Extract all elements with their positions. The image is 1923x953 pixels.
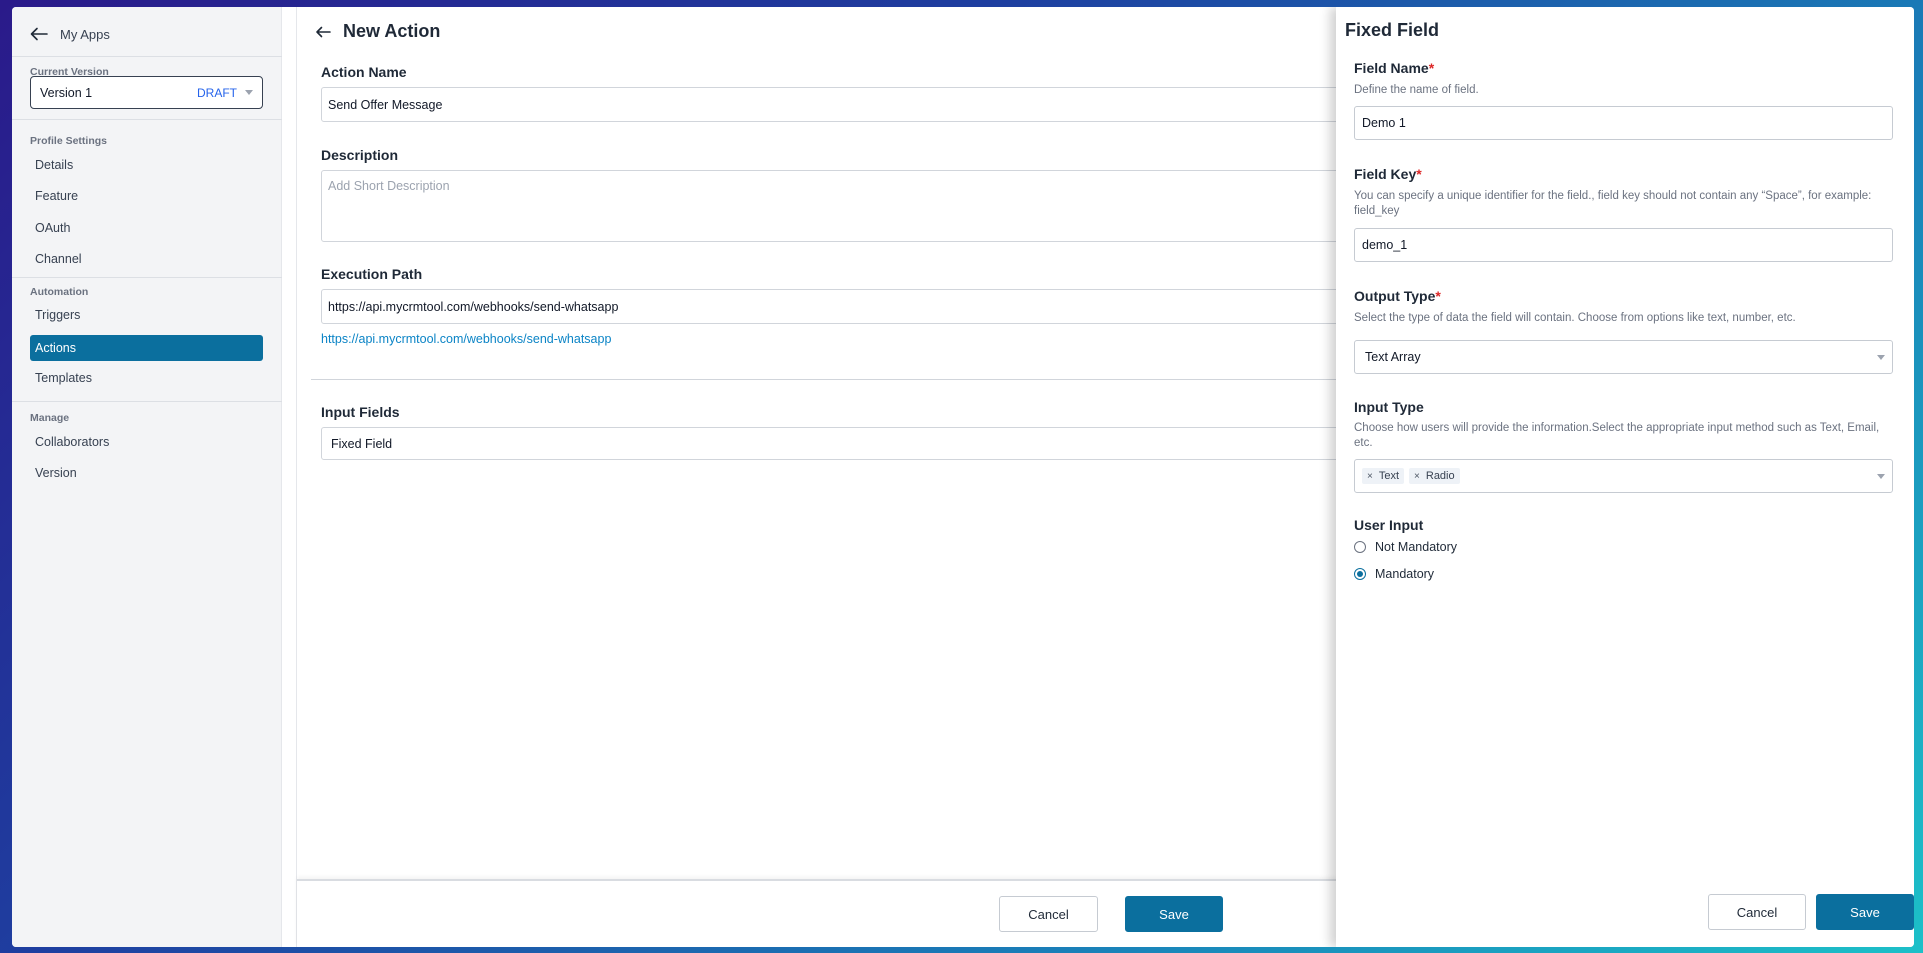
input-type-label: Input Type <box>1354 399 1424 415</box>
close-icon[interactable]: × <box>1414 471 1420 482</box>
radio-button-selected[interactable] <box>1354 568 1366 580</box>
sidebar-item-details[interactable]: Details <box>30 152 263 178</box>
radio-not-mandatory[interactable]: Not Mandatory <box>1354 540 1457 554</box>
arrow-left-icon[interactable] <box>315 26 331 38</box>
sidebar-item-oauth[interactable]: OAuth <box>30 215 263 241</box>
required-mark: * <box>1416 166 1422 182</box>
version-name: Version 1 <box>40 85 93 100</box>
profile-settings-heading: Profile Settings <box>30 135 108 147</box>
automation-heading: Automation <box>30 286 89 298</box>
field-name-help: Define the name of field. <box>1354 84 1479 96</box>
execution-path-label: Execution Path <box>321 266 423 282</box>
radio-label: Mandatory <box>1375 567 1435 581</box>
main-footer: Cancel Save <box>297 879 1397 947</box>
chevron-down-icon <box>245 90 253 95</box>
input-type-chips: × Text × Radio <box>1362 468 1877 485</box>
app-window: My Apps Current Version Version 1 DRAFT … <box>12 7 1914 947</box>
action-name-input[interactable]: Send Offer Message <box>321 87 1381 122</box>
save-button[interactable]: Save <box>1125 896 1223 932</box>
sidebar-item-triggers[interactable]: Triggers <box>30 302 263 328</box>
required-mark: * <box>1428 60 1435 76</box>
divider <box>12 401 282 402</box>
fixed-field-drawer: Fixed Field Field Name* Define the name … <box>1336 7 1914 947</box>
input-type-help: Choose how users will provide the inform… <box>1354 422 1880 449</box>
output-type-help: Select the type of data the field will c… <box>1354 312 1796 324</box>
divider <box>12 119 282 120</box>
page-title: New Action <box>343 21 441 41</box>
sidebar-item-collaborators[interactable]: Collaborators <box>30 429 263 455</box>
sidebar-item-channel[interactable]: Channel <box>30 246 263 272</box>
output-type-label: Output Type* <box>1354 288 1441 304</box>
radio-button[interactable] <box>1354 541 1366 553</box>
close-icon[interactable]: × <box>1367 471 1373 482</box>
radio-label: Not Mandatory <box>1375 540 1457 554</box>
manage-heading: Manage <box>30 412 70 424</box>
sidebar-item-version[interactable]: Version <box>30 460 263 486</box>
field-name-input[interactable]: Demo 1 <box>1354 106 1893 140</box>
required-mark: * <box>1435 288 1441 304</box>
back-to-apps-link[interactable]: My Apps <box>30 19 110 49</box>
sidebar-item-templates[interactable]: Templates <box>30 365 263 391</box>
input-field-item[interactable]: Fixed Field <box>321 427 1381 460</box>
chip-label: Text <box>1378 470 1400 483</box>
input-fields-label: Input Fields <box>321 404 400 420</box>
version-status-badge: DRAFT <box>197 85 237 100</box>
back-label: My Apps <box>60 26 110 42</box>
field-key-input[interactable]: demo_1 <box>1354 228 1893 262</box>
input-type-multiselect[interactable]: × Text × Radio <box>1354 459 1893 493</box>
description-label: Description <box>321 147 399 163</box>
divider <box>12 277 282 278</box>
cancel-button[interactable]: Cancel <box>999 896 1098 932</box>
field-name-label-text: Field Name <box>1354 60 1429 76</box>
output-type-select[interactable]: Text Array <box>1354 340 1893 374</box>
output-type-value: Text Array <box>1365 350 1421 364</box>
sidebar-item-feature[interactable]: Feature <box>30 183 263 209</box>
field-name-label: Field Name* <box>1354 60 1434 76</box>
field-key-help: You can specify a unique identifier for … <box>1354 190 1872 217</box>
chip-radio: × Radio <box>1409 468 1460 485</box>
description-textarea[interactable]: Add Short Description <box>321 170 1381 242</box>
chevron-down-icon <box>1877 473 1885 479</box>
chevron-down-icon <box>1877 354 1885 360</box>
execution-path-input[interactable]: https://api.mycrmtool.com/webhooks/send-… <box>321 289 1381 324</box>
divider <box>12 56 282 57</box>
version-select[interactable]: Version 1 DRAFT <box>30 76 263 109</box>
arrow-left-icon <box>30 27 48 41</box>
chip-label: Radio <box>1425 470 1455 483</box>
output-type-label-text: Output Type <box>1354 288 1436 304</box>
field-key-label-text: Field Key <box>1354 166 1417 182</box>
page-header: New Action <box>315 21 440 42</box>
drawer-cancel-button[interactable]: Cancel <box>1708 894 1806 930</box>
field-key-label: Field Key* <box>1354 166 1422 182</box>
radio-mandatory[interactable]: Mandatory <box>1354 567 1434 581</box>
execution-path-link[interactable]: https://api.mycrmtool.com/webhooks/send-… <box>321 332 611 346</box>
sidebar-item-actions[interactable]: Actions <box>30 335 263 361</box>
sidebar: My Apps Current Version Version 1 DRAFT … <box>12 7 282 947</box>
action-name-label: Action Name <box>321 64 407 80</box>
user-input-label: User Input <box>1354 517 1424 533</box>
chip-text: × Text <box>1362 468 1405 485</box>
drawer-title: Fixed Field <box>1345 20 1440 40</box>
drawer-save-button[interactable]: Save <box>1816 894 1914 930</box>
divider <box>311 379 1411 380</box>
